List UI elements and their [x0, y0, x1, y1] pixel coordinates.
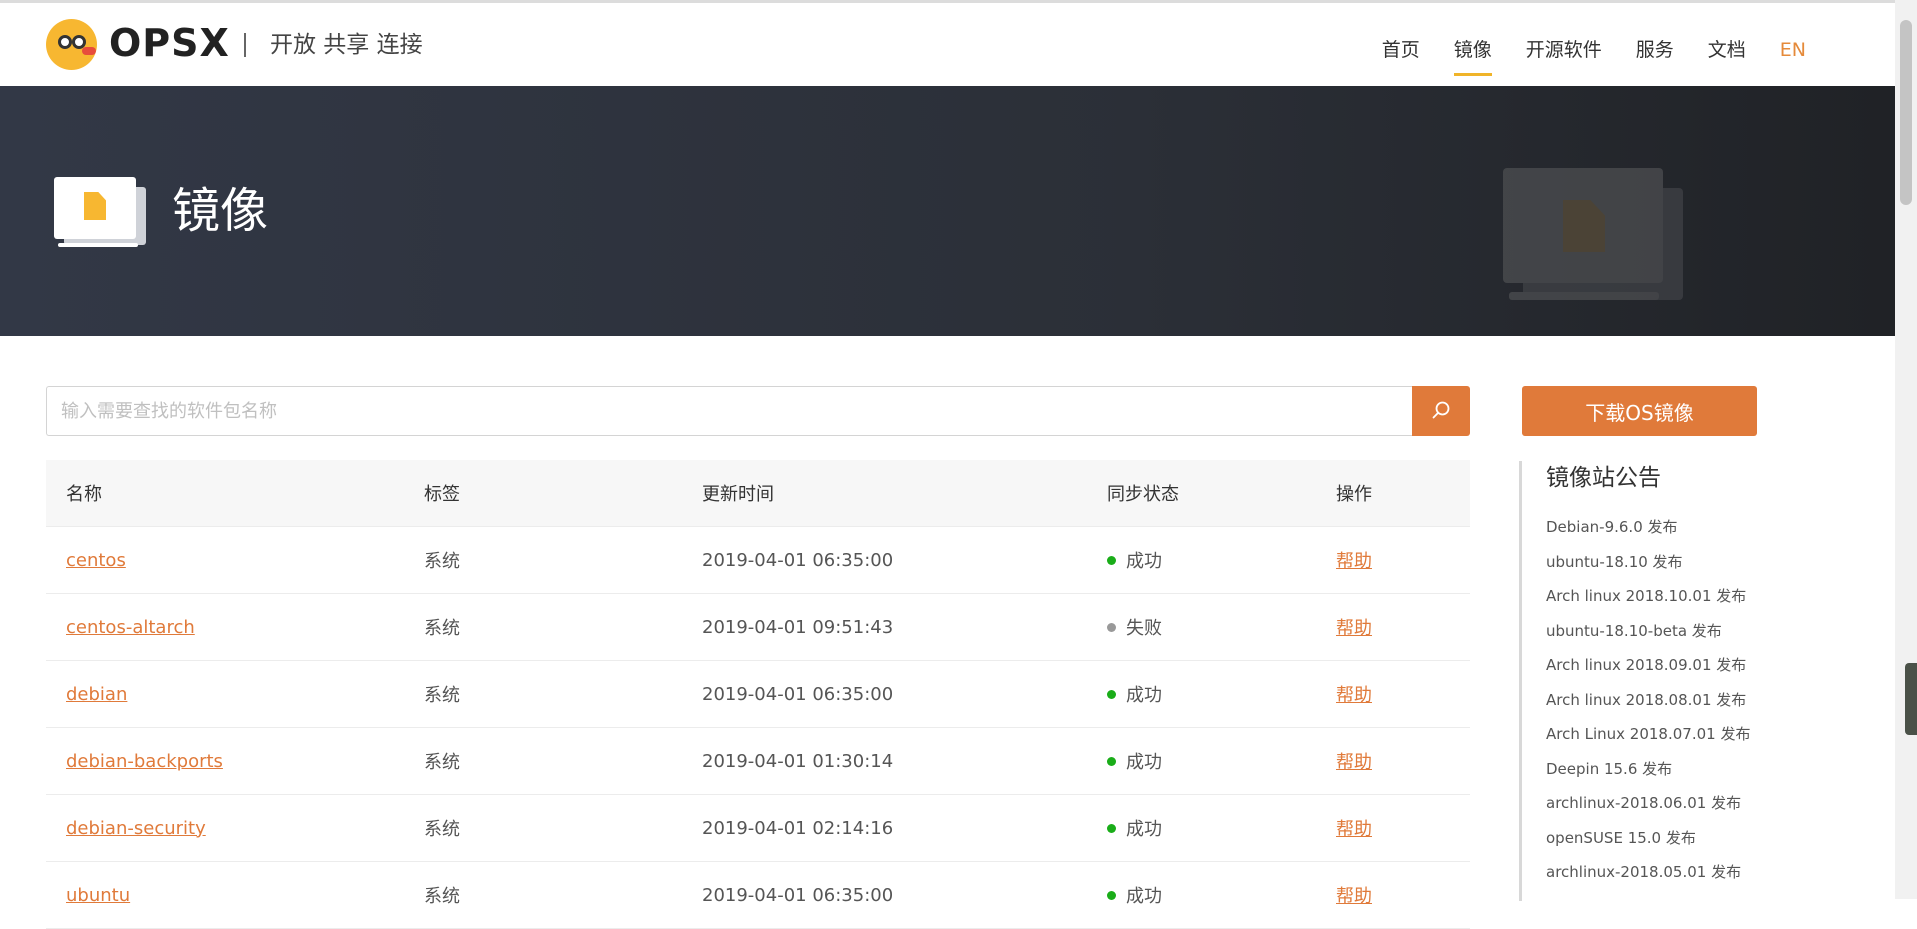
announcement-item[interactable]: Arch linux 2018.08.01 发布 [1546, 690, 1750, 725]
nav-item-language[interactable]: EN [1780, 36, 1806, 64]
search-icon [1431, 400, 1451, 423]
search-button[interactable] [1412, 386, 1470, 436]
floating-side-widget[interactable] [1905, 663, 1917, 735]
search-input[interactable] [46, 386, 1412, 436]
download-os-image-button[interactable]: 下载OS镜像 [1522, 386, 1757, 436]
mirror-tag: 系统 [424, 886, 460, 907]
announcement-item[interactable]: Deepin 15.6 发布 [1546, 759, 1750, 794]
mirror-name-link[interactable]: ubuntu [66, 885, 130, 906]
mirror-table: 名称 标签 更新时间 同步状态 操作 centos 系统 2019-04-01 … [46, 460, 1470, 929]
mirror-name-link[interactable]: debian-security [66, 818, 206, 839]
sync-status: 失败 [1107, 614, 1162, 640]
opsx-logo-icon[interactable] [46, 19, 97, 70]
brand-name[interactable]: OPSX [109, 21, 230, 65]
mirror-updated-time: 2019-04-01 06:35:00 [702, 549, 894, 571]
mirror-updated-time: 2019-04-01 09:51:43 [702, 616, 894, 638]
announcement-item[interactable]: ubuntu-18.10 发布 [1546, 552, 1750, 587]
status-text: 成功 [1126, 886, 1162, 907]
mirror-name-link[interactable]: debian-backports [66, 751, 223, 772]
status-text: 成功 [1126, 685, 1162, 706]
status-text: 成功 [1126, 551, 1162, 572]
table-row: debian-backports 系统 2019-04-01 01:30:14 … [46, 728, 1470, 795]
help-link[interactable]: 帮助 [1336, 815, 1372, 841]
table-row: centos 系统 2019-04-01 06:35:00 成功 帮助 [46, 527, 1470, 594]
sync-status: 成功 [1107, 547, 1162, 573]
announcement-item[interactable]: Arch linux 2018.09.01 发布 [1546, 655, 1750, 690]
col-header-tag: 标签 [424, 484, 460, 505]
nav-item-open-source[interactable]: 开源软件 [1526, 36, 1602, 64]
announcement-item[interactable]: Debian-9.6.0 发布 [1546, 517, 1750, 552]
logo-eye-left [58, 35, 72, 49]
mirror-name-link[interactable]: centos-altarch [66, 617, 195, 638]
slogan: 开放 共享 连接 [270, 32, 423, 58]
announcement-title: 镜像站公告 [1546, 465, 1661, 491]
mirror-tag: 系统 [424, 685, 460, 706]
status-text: 失败 [1126, 618, 1162, 639]
table-row: debian 系统 2019-04-01 06:35:00 成功 帮助 [46, 661, 1470, 728]
sync-status: 成功 [1107, 882, 1162, 908]
nav-item-mirrors[interactable]: 镜像 [1453, 36, 1492, 76]
decoration-bar [1509, 292, 1659, 300]
mirror-tag: 系统 [424, 752, 460, 773]
nav-item-docs[interactable]: 文档 [1708, 36, 1746, 64]
sync-status: 成功 [1107, 681, 1162, 707]
banner-decoration-icon [1503, 168, 1683, 303]
mirror-updated-time: 2019-04-01 06:35:00 [702, 884, 894, 906]
announcement-item[interactable]: Arch Linux 2018.07.01 发布 [1546, 724, 1750, 759]
mirror-updated-time: 2019-04-01 06:35:00 [702, 683, 894, 705]
help-link[interactable]: 帮助 [1336, 748, 1372, 774]
help-link[interactable]: 帮助 [1336, 882, 1372, 908]
document-icon [54, 177, 146, 247]
announcement-item[interactable]: archlinux-2018.06.01 发布 [1546, 793, 1750, 828]
status-text: 成功 [1126, 819, 1162, 840]
announcement-panel: 镜像站公告 Debian-9.6.0 发布 ubuntu-18.10 发布 Ar… [1519, 461, 1779, 901]
main-nav: 首页 镜像 开源软件 服务 文档 EN [1348, 36, 1806, 76]
help-link[interactable]: 帮助 [1336, 681, 1372, 707]
announcement-item[interactable]: openSUSE 15.0 发布 [1546, 828, 1750, 863]
page-banner: 镜像 [0, 86, 1895, 336]
status-dot-icon [1107, 756, 1116, 766]
col-header-status: 同步状态 [1107, 484, 1179, 505]
announcement-item[interactable]: Arch linux 2018.10.01 发布 [1546, 586, 1750, 621]
table-row: centos-altarch 系统 2019-04-01 09:51:43 失败… [46, 594, 1470, 661]
status-text: 成功 [1126, 752, 1162, 773]
sync-status: 成功 [1107, 748, 1162, 774]
table-row: debian-security 系统 2019-04-01 02:14:16 成… [46, 795, 1470, 862]
announcement-item[interactable]: ubuntu-18.10-beta 发布 [1546, 621, 1750, 656]
mirror-tag: 系统 [424, 551, 460, 572]
table-header: 名称 标签 更新时间 同步状态 操作 [46, 460, 1470, 527]
status-dot-icon [1107, 689, 1116, 699]
status-dot-icon [1107, 622, 1116, 632]
col-header-name[interactable]: 名称 [66, 480, 102, 506]
brand-divider [244, 33, 246, 57]
announcement-list: Debian-9.6.0 发布 ubuntu-18.10 发布 Arch lin… [1546, 517, 1750, 897]
mirror-updated-time: 2019-04-01 01:30:14 [702, 750, 894, 772]
site-header: OPSX 开放 共享 连接 首页 镜像 开源软件 服务 文档 EN [0, 3, 1895, 86]
document-icon-bar [58, 243, 138, 247]
vertical-scrollbar[interactable] [1895, 0, 1917, 899]
help-link[interactable]: 帮助 [1336, 614, 1372, 640]
scrollbar-thumb[interactable] [1900, 20, 1912, 205]
sync-status: 成功 [1107, 815, 1162, 841]
mirror-tag: 系统 [424, 618, 460, 639]
announcement-item[interactable]: archlinux-2018.05.01 发布 [1546, 862, 1750, 897]
mirror-name-link[interactable]: centos [66, 550, 126, 571]
table-row: ubuntu 系统 2019-04-01 06:35:00 成功 帮助 [46, 862, 1470, 929]
status-dot-icon [1107, 890, 1116, 900]
col-header-action: 操作 [1336, 484, 1372, 505]
mirror-updated-time: 2019-04-01 02:14:16 [702, 817, 894, 839]
nav-item-home[interactable]: 首页 [1382, 36, 1420, 64]
nav-item-services[interactable]: 服务 [1636, 36, 1674, 64]
mirror-tag: 系统 [424, 819, 460, 840]
help-link[interactable]: 帮助 [1336, 547, 1372, 573]
status-dot-icon [1107, 823, 1116, 833]
page-title: 镜像 [172, 183, 269, 239]
col-header-updated[interactable]: 更新时间 [702, 480, 774, 506]
mirror-name-link[interactable]: debian [66, 684, 127, 705]
status-dot-icon [1107, 555, 1116, 565]
logo-beak [82, 47, 96, 55]
